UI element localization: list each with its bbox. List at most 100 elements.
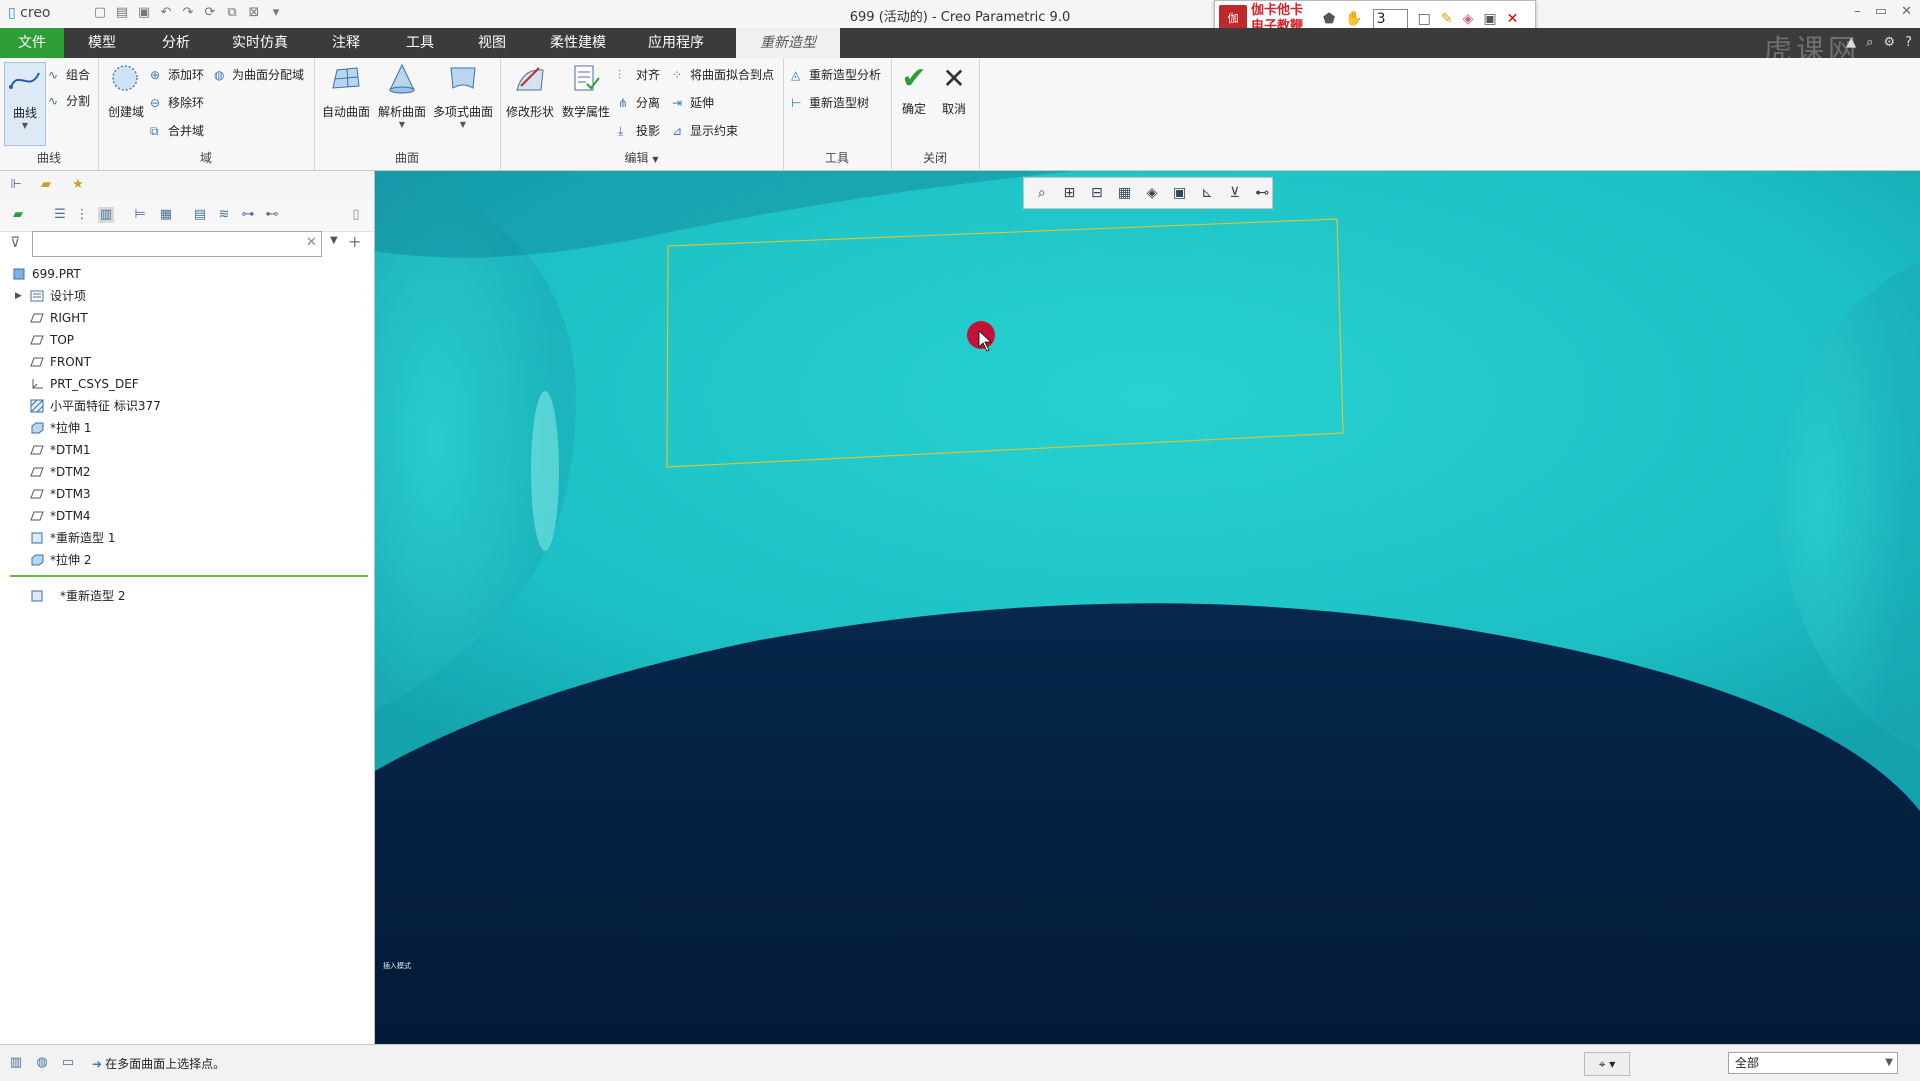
refit-icon[interactable]: ⌕ xyxy=(1032,183,1052,203)
split-button[interactable]: ∿ 分割 xyxy=(48,92,90,109)
datum-display-icon[interactable]: ⊾ xyxy=(1197,183,1217,203)
tab-restyle[interactable]: 重新造型 xyxy=(736,28,840,58)
search-dropdown-icon[interactable]: ▼ xyxy=(330,235,338,246)
insert-here-marker[interactable] xyxy=(10,575,368,577)
tab-view[interactable]: 视图 xyxy=(466,28,518,58)
create-domain-label: 创建域 xyxy=(107,105,144,119)
structure-icon[interactable]: ⊷ xyxy=(264,207,280,223)
repaint-icon[interactable]: ▦ xyxy=(1115,183,1135,203)
remove-loop-button[interactable]: ⊖ 移除环 xyxy=(150,94,204,111)
tree-columns-icon[interactable]: ▦ xyxy=(158,207,174,223)
ok-button[interactable]: ✔ 确定 xyxy=(895,62,933,117)
rectangle-icon[interactable]: □ xyxy=(1418,11,1431,27)
math-properties-button[interactable]: 数学属性 xyxy=(560,62,612,120)
navigator-toggle-icon[interactable]: ▥ xyxy=(8,1055,24,1071)
curve-button[interactable]: 曲线 ▼ xyxy=(4,62,46,146)
tab-simulation[interactable]: 实时仿真 xyxy=(224,28,296,58)
remove-loop-icon: ⊖ xyxy=(150,95,161,110)
tab-flexible-modeling[interactable]: 柔性建模 xyxy=(542,28,614,58)
display-style-icon[interactable]: ◈ xyxy=(1142,183,1162,203)
extrude-icon xyxy=(31,422,44,434)
zoom-in-icon[interactable]: ⊞ xyxy=(1060,183,1080,203)
create-domain-button[interactable]: 创建域 xyxy=(104,62,148,120)
clear-search-icon[interactable]: ✕ xyxy=(306,235,317,250)
selection-filter-button[interactable]: ⌖ ▾ xyxy=(1584,1052,1630,1076)
list-view-icon[interactable]: ☰ xyxy=(52,207,68,223)
polynomial-surface-button[interactable]: 多项式曲面 ▼ xyxy=(432,62,494,129)
tab-applications[interactable]: 应用程序 xyxy=(640,28,712,58)
maximize-icon[interactable]: ▭ xyxy=(1875,4,1887,19)
pen-width-spinner[interactable]: 3 xyxy=(1372,9,1408,29)
datum-plane-icon xyxy=(30,335,44,345)
tree-filter-icon[interactable]: ⊨ xyxy=(132,207,148,223)
model-icon[interactable]: ▰ xyxy=(10,207,26,223)
fit-to-points-button[interactable]: ⁘ 将曲面拟合到点 xyxy=(672,66,774,83)
merge-domain-button[interactable]: ⧉ 合并域 xyxy=(150,122,204,139)
message-arrow-icon: ➜ xyxy=(92,1057,103,1071)
pointer-icon[interactable]: ⬟ xyxy=(1323,11,1335,27)
pen-icon[interactable]: ✎ xyxy=(1441,11,1453,27)
settings-page-icon[interactable]: ▯ xyxy=(348,207,364,223)
save-icon[interactable]: ▣ xyxy=(1483,11,1496,27)
restyle-tree-button[interactable]: ⊢ 重新造型树 xyxy=(791,94,869,111)
curve-dropdown-icon[interactable]: ▼ xyxy=(5,121,45,130)
spin-center-icon[interactable]: ⊷ xyxy=(1253,183,1273,203)
filter-dropdown-icon: ▼ xyxy=(1885,1057,1893,1068)
close-icon[interactable]: ✕ xyxy=(1901,4,1912,19)
search-icon[interactable]: ⌕ xyxy=(1866,35,1873,50)
selection-filter-select[interactable]: 全部 ▼ xyxy=(1728,1052,1898,1074)
analytic-dropdown-icon[interactable]: ▼ xyxy=(376,120,428,129)
assign-domain-button[interactable]: ◍ 为曲面分配域 xyxy=(214,66,304,83)
graphics-viewport[interactable]: ⌕ ⊞ ⊟ ▦ ◈ ▣ ⊾ ⊻ ⊷ 插入模式 xyxy=(375,171,1920,1044)
favorites-tab-icon[interactable]: ★ xyxy=(70,177,86,193)
add-loop-button[interactable]: ⊕ 添加环 xyxy=(150,66,204,83)
help-icon[interactable]: ? xyxy=(1905,35,1912,50)
group-edit-label[interactable]: 编辑 ▼ xyxy=(500,149,783,166)
zoom-out-icon[interactable]: ⊟ xyxy=(1087,183,1107,203)
split-label: 分割 xyxy=(66,94,91,108)
list-compact-icon[interactable]: ⋮ xyxy=(74,207,90,223)
hierarchy-icon[interactable]: ⊶ xyxy=(240,207,256,223)
tab-annotate[interactable]: 注释 xyxy=(320,28,372,58)
separate-button[interactable]: ⋔ 分离 xyxy=(618,94,660,111)
tree-search-input[interactable] xyxy=(32,231,322,257)
tree-item-label: *拉伸 2 xyxy=(50,553,92,567)
tab-tools[interactable]: 工具 xyxy=(394,28,446,58)
columns-icon[interactable]: ▥ xyxy=(98,207,114,223)
show-constraints-button[interactable]: ⊿ 显示约束 xyxy=(672,122,738,139)
analytic-surface-button[interactable]: 解析曲面 ▼ xyxy=(376,62,428,129)
auto-surface-button[interactable]: 自动曲面 xyxy=(320,62,372,120)
align-button[interactable]: ⫶ 对齐 xyxy=(618,66,660,83)
extend-button[interactable]: ⇥ 延伸 xyxy=(672,94,714,111)
tree-item-label: TOP xyxy=(50,333,75,347)
tab-model[interactable]: 模型 xyxy=(76,28,128,58)
model-tree-tab-icon[interactable]: ⊩ xyxy=(8,177,24,193)
settings-icon[interactable]: ⚙ xyxy=(1883,35,1895,50)
fullscreen-icon[interactable]: ▭ xyxy=(60,1055,76,1071)
minimize-icon[interactable]: – xyxy=(1854,4,1861,19)
show-constraints-icon: ⊿ xyxy=(672,123,683,138)
collapse-ribbon-icon[interactable]: ▲ xyxy=(1846,35,1856,50)
tab-file[interactable]: 文件 xyxy=(0,28,64,58)
polynomial-dropdown-icon[interactable]: ▼ xyxy=(432,120,494,129)
project-button[interactable]: ⤓ 投影 xyxy=(618,122,660,139)
scan-mesh-surface[interactable] xyxy=(375,171,1920,1044)
annotation-display-icon[interactable]: ⊻ xyxy=(1225,183,1245,203)
browser-toggle-icon[interactable]: ◍ xyxy=(34,1055,50,1071)
part-icon xyxy=(13,268,25,280)
show-icon[interactable]: ▤ xyxy=(192,207,208,223)
polynomial-surface-label: 多项式曲面 xyxy=(432,105,493,119)
add-filter-icon[interactable]: + xyxy=(348,232,361,251)
hand-icon[interactable]: ✋ xyxy=(1345,11,1362,27)
eraser-icon[interactable]: ◈ xyxy=(1463,11,1474,27)
close-icon[interactable]: ✕ xyxy=(1507,11,1519,27)
combine-button[interactable]: ∿ 组合 xyxy=(48,66,90,83)
cancel-button[interactable]: ✕ 取消 xyxy=(935,62,973,117)
restyle-analysis-button[interactable]: ◬ 重新造型分析 xyxy=(791,66,881,83)
modify-shape-button[interactable]: 修改形状 xyxy=(504,62,556,120)
folder-browser-tab-icon[interactable]: ▰ xyxy=(38,177,54,193)
layers-icon[interactable]: ≋ xyxy=(216,207,232,223)
tab-analysis[interactable]: 分析 xyxy=(150,28,202,58)
expand-icon[interactable]: ▶ xyxy=(15,285,22,307)
saved-views-icon[interactable]: ▣ xyxy=(1170,183,1190,203)
